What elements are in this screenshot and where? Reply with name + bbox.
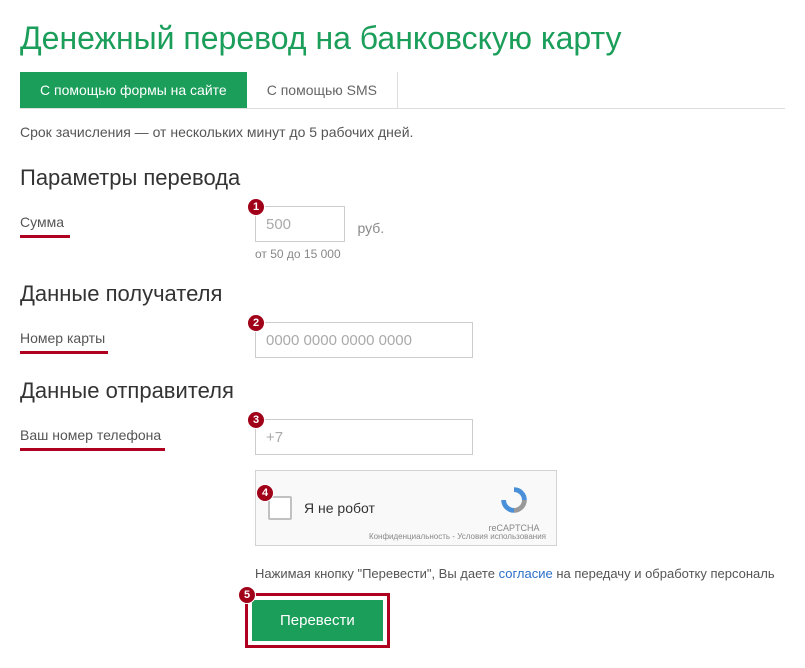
recaptcha-checkbox[interactable] — [268, 496, 292, 520]
sum-hint: от 50 до 15 000 — [255, 247, 384, 261]
consent-suffix: на передачу и обработку персональ — [553, 566, 775, 581]
section-sender-heading: Данные отправителя — [20, 378, 785, 404]
card-input[interactable] — [255, 322, 473, 358]
sum-suffix: руб. — [357, 212, 384, 236]
phone-label: Ваш номер телефона — [20, 419, 255, 443]
recaptcha-logo: reCAPTCHA — [484, 484, 544, 533]
section-recipient-heading: Данные получателя — [20, 281, 785, 307]
marker-3: 3 — [247, 411, 265, 429]
phone-input[interactable] — [255, 419, 473, 455]
recaptcha-brand: reCAPTCHA — [484, 523, 544, 533]
deadline-text: Срок зачисления — от нескольких минут до… — [20, 124, 785, 140]
card-label: Номер карты — [20, 322, 255, 346]
recaptcha-links[interactable]: Конфиденциальность - Условия использован… — [369, 532, 546, 541]
page-title: Денежный перевод на банковскую карту — [20, 20, 785, 57]
section-params-heading: Параметры перевода — [20, 165, 785, 191]
tab-form[interactable]: С помощью формы на сайте — [20, 72, 247, 108]
sum-label: Сумма — [20, 206, 255, 230]
recaptcha-label: Я не робот — [304, 500, 484, 516]
tabs: С помощью формы на сайте С помощью SMS — [20, 72, 785, 109]
tab-sms[interactable]: С помощью SMS — [247, 72, 398, 108]
recaptcha-icon — [498, 484, 530, 516]
submit-highlight: 5 Перевести — [245, 593, 390, 648]
submit-button[interactable]: Перевести — [252, 600, 383, 641]
marker-1: 1 — [247, 198, 265, 216]
consent-prefix: Нажимая кнопку "Перевести", Вы даете — [255, 566, 499, 581]
marker-4: 4 — [256, 484, 274, 502]
marker-2: 2 — [247, 314, 265, 332]
consent-text: Нажимая кнопку "Перевести", Вы даете сог… — [255, 566, 785, 581]
marker-5: 5 — [238, 586, 256, 604]
sum-input[interactable] — [255, 206, 345, 242]
consent-link[interactable]: согласие — [499, 566, 553, 581]
recaptcha-widget: 4 Я не робот reCAPTCHA Конфиденциальност… — [255, 470, 557, 546]
